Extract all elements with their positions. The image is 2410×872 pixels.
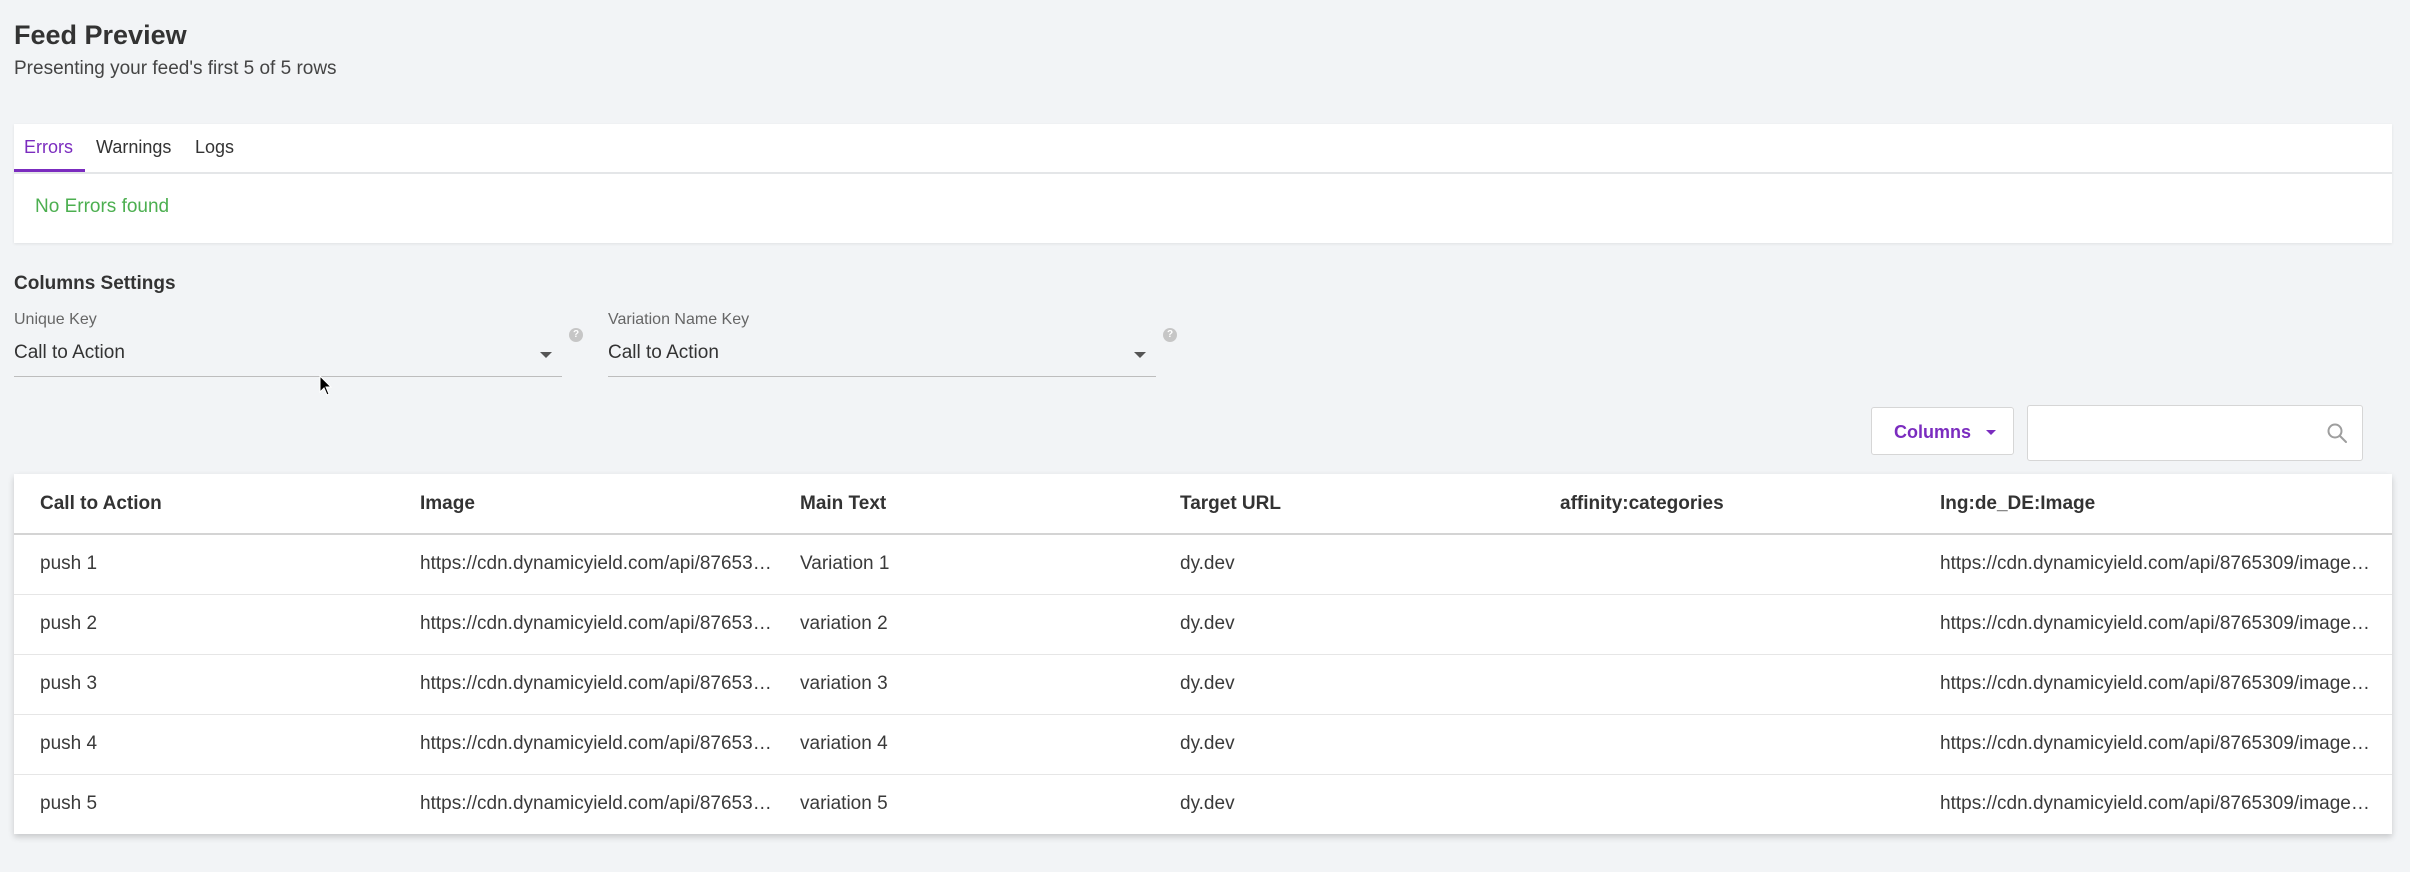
table-row: push 3 https://cdn.dynamicyield.com/api/… (14, 654, 2392, 715)
table-cell: https://cdn.dynamicyield.com/api/8765309… (1914, 654, 2392, 715)
table-cell: https://cdn.dynamicyield.com/api/8765309… (394, 654, 774, 715)
table-cell: dy.dev (1154, 714, 1534, 775)
table-cell: Variation 1 (774, 534, 1154, 595)
table-cell: variation 4 (774, 714, 1154, 775)
validation-card: Errors Warnings Logs No Errors found (14, 124, 2392, 243)
tab-warnings[interactable]: Warnings (96, 137, 171, 158)
search-icon[interactable] (2326, 422, 2348, 444)
table-cell (1534, 534, 1914, 595)
search-box (2027, 405, 2363, 461)
table-header-row: Call to Action Image Main Text Target UR… (14, 474, 2392, 535)
tab-bar: Errors Warnings Logs (14, 124, 2392, 174)
help-icon[interactable]: ? (569, 328, 583, 342)
active-tab-indicator (14, 169, 85, 172)
chevron-down-icon (540, 352, 552, 358)
feed-preview-table: Call to Action Image Main Text Target UR… (14, 474, 2392, 834)
columns-button[interactable]: Columns (1871, 407, 2014, 455)
table-row: push 1 https://cdn.dynamicyield.com/api/… (14, 534, 2392, 595)
columns-settings-title: Columns Settings (14, 273, 176, 294)
unique-key-value: Call to Action (14, 342, 125, 363)
table-cell: https://cdn.dynamicyield.com/api/8765309… (1914, 594, 2392, 655)
table-cell: dy.dev (1154, 594, 1534, 655)
table-cell: push 1 (14, 534, 394, 595)
column-header-affinity-categories[interactable]: affinity:categories (1534, 474, 1914, 535)
table-cell: push 5 (40, 793, 98, 815)
help-icon[interactable]: ? (1163, 328, 1177, 342)
unique-key-label: Unique Key (14, 311, 97, 328)
table-cell: https://cdn.dynamicyield.com/api/8765309… (394, 534, 774, 595)
column-header-image[interactable]: Image (394, 474, 774, 535)
table-cell: dy.dev (1180, 793, 1235, 815)
search-input[interactable] (2038, 414, 2312, 454)
table-cell (1534, 654, 1914, 715)
table-cell: dy.dev (1154, 534, 1534, 595)
column-header-main-text[interactable]: Main Text (774, 474, 1154, 535)
table-cell (1534, 774, 1914, 834)
table-cell: https://cdn.dynamicyield.com/api/8765309… (1914, 534, 2392, 595)
variation-name-key-select[interactable]: Call to Action (608, 336, 1156, 377)
columns-button-label: Columns (1894, 422, 1972, 442)
table-cell: push 4 (14, 714, 394, 775)
table-cell: https://cdn.dynamicyield.com/api/8765309… (1940, 793, 2392, 815)
table-cell (1534, 714, 1914, 775)
table-cell: https://cdn.dynamicyield.com/api/8765309… (420, 793, 774, 815)
unique-key-select[interactable]: Call to Action (14, 336, 562, 377)
variation-name-key-label: Variation Name Key (608, 311, 750, 328)
column-header-target-url[interactable]: Target URL (1154, 474, 1534, 535)
table-cell (1534, 594, 1914, 655)
table-cell: push 2 (14, 594, 394, 655)
column-header-call-to-action[interactable]: Call to Action (14, 474, 394, 535)
no-errors-message: No Errors found (35, 196, 170, 217)
table-cell: https://cdn.dynamicyield.com/api/8765309… (394, 594, 774, 655)
tab-logs[interactable]: Logs (195, 137, 234, 158)
page-subtitle: Presenting your feed's first 5 of 5 rows (14, 58, 337, 79)
chevron-down-icon (1134, 352, 1146, 358)
tab-errors[interactable]: Errors (24, 137, 73, 158)
variation-name-key-value: Call to Action (608, 342, 719, 363)
table-row: push 5 https://cdn.dynamicyield.com/api/… (14, 774, 2392, 834)
mouse-cursor-icon (319, 375, 333, 396)
table-row: push 4 https://cdn.dynamicyield.com/api/… (14, 714, 2392, 775)
table-cell: https://cdn.dynamicyield.com/api/8765309… (1914, 714, 2392, 775)
table-row: push 2 https://cdn.dynamicyield.com/api/… (14, 594, 2392, 655)
chevron-down-icon (1986, 430, 1996, 435)
page-title: Feed Preview (14, 20, 187, 50)
table-cell: push 3 (14, 654, 394, 715)
column-header-lng-de-image[interactable]: lng:de_DE:Image (1914, 474, 2392, 535)
table-cell: dy.dev (1154, 654, 1534, 715)
table-cell: variation 5 (800, 793, 888, 815)
table-cell: variation 2 (774, 594, 1154, 655)
table-cell: https://cdn.dynamicyield.com/api/8765309… (394, 714, 774, 775)
table-cell: variation 3 (774, 654, 1154, 715)
